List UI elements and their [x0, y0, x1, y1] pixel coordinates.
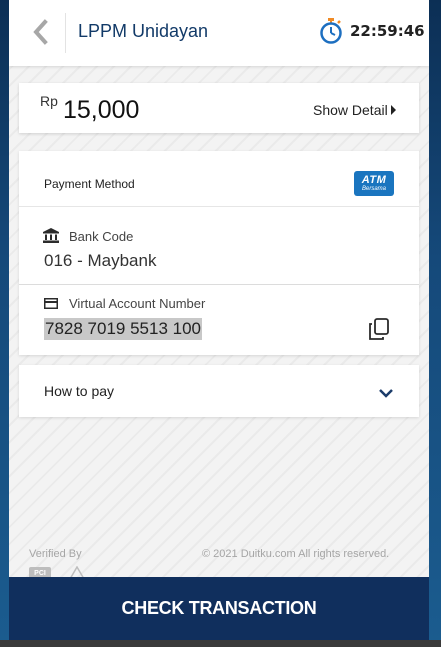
check-transaction-label: CHECK TRANSACTION [121, 598, 317, 618]
virtual-account-label: Virtual Account Number [69, 296, 206, 311]
currency-label: Rp [40, 93, 58, 109]
payment-method-card: Payment Method ATM Bersama Bank Code 016… [19, 151, 419, 355]
countdown-timer: 22:59:46 [350, 22, 425, 40]
credit-card-icon [44, 298, 58, 309]
header-bar: LPPM Unidayan 22:59:46 [9, 0, 429, 66]
copy-button[interactable] [368, 318, 390, 340]
divider [19, 206, 419, 207]
amount-value: 15,000 [63, 96, 140, 124]
caret-right-icon [390, 105, 396, 115]
payment-method-label: Payment Method [44, 177, 135, 191]
chevron-left-icon [33, 19, 48, 45]
amount-card: Rp 15,000 Show Detail [19, 83, 419, 133]
bank-code-label: Bank Code [69, 229, 134, 244]
stopwatch-icon [320, 18, 342, 44]
show-detail-label: Show Detail [313, 102, 388, 118]
bottom-bar [0, 640, 441, 647]
bank-code-value: 016 - Maybank [44, 251, 157, 270]
virtual-account-number[interactable]: 7828 7019 5513 100 [44, 318, 202, 340]
copy-icon [369, 318, 389, 340]
show-detail-button[interactable]: Show Detail [313, 102, 396, 118]
copyright-text: © 2021 Duitku.com All rights reserved. [202, 548, 390, 560]
divider [19, 284, 419, 285]
merchant-title: LPPM Unidayan [78, 21, 209, 41]
chevron-down-icon [379, 389, 393, 398]
payment-page: LPPM Unidayan 22:59:46 Rp 15,000 Show De… [9, 0, 429, 640]
bank-icon [43, 228, 59, 243]
atm-bersama-logo: ATM Bersama [354, 171, 394, 196]
verified-by-label: Verified By [29, 548, 82, 560]
header-divider [65, 13, 66, 53]
check-transaction-button[interactable]: CHECK TRANSACTION [9, 577, 429, 640]
how-to-pay-label: How to pay [44, 383, 115, 399]
back-button[interactable] [21, 12, 61, 52]
how-to-pay-toggle[interactable]: How to pay [19, 365, 419, 417]
